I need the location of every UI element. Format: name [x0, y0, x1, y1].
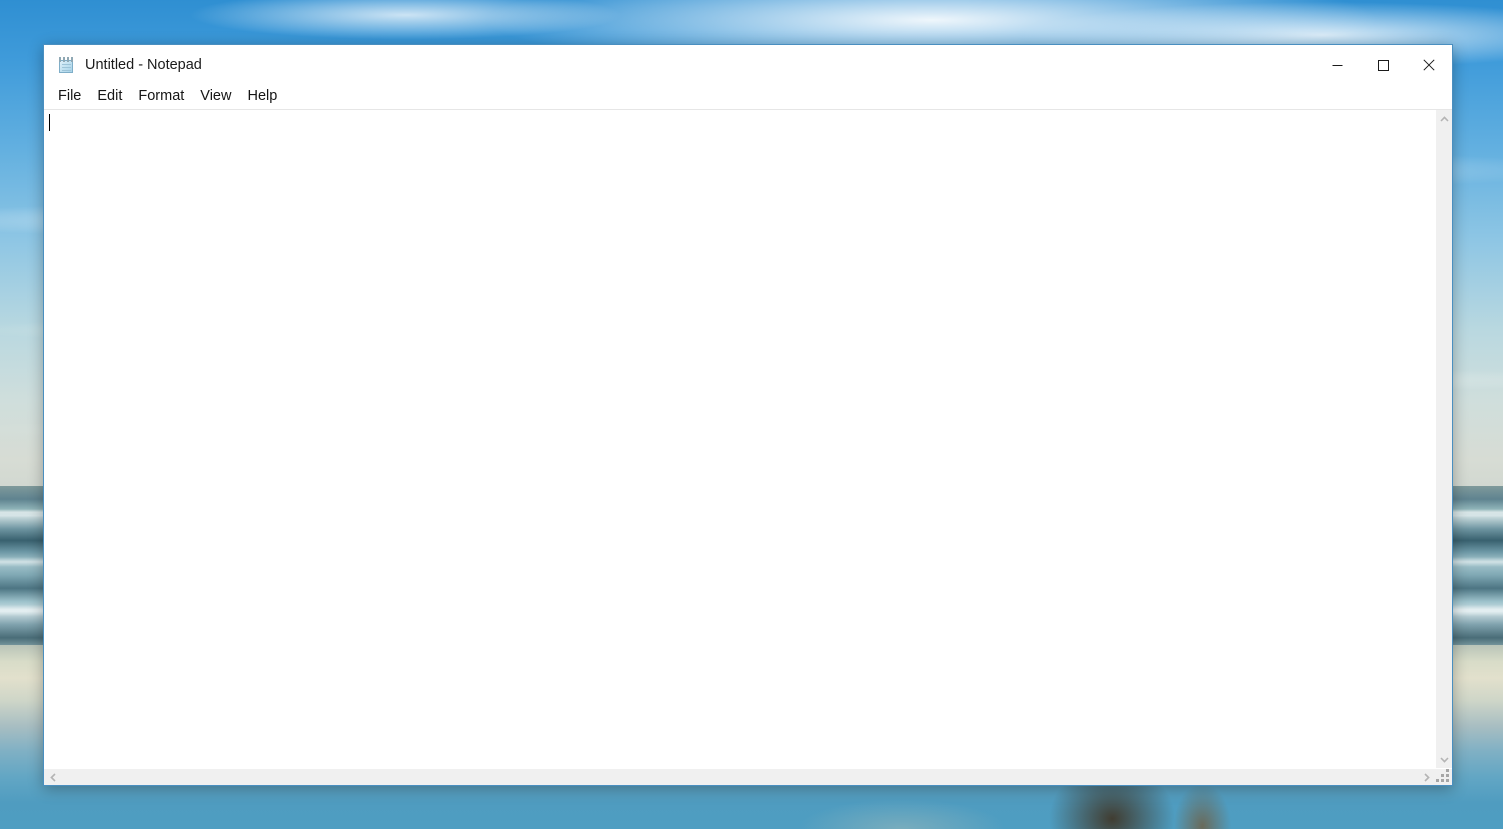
menu-item-edit[interactable]: Edit: [89, 87, 130, 107]
title-bar-left: Untitled - Notepad: [44, 56, 1314, 74]
scroll-right-button[interactable]: [1418, 769, 1435, 785]
horizontal-scrollbar[interactable]: [44, 768, 1452, 785]
notepad-icon: [58, 56, 75, 74]
window-controls: [1314, 45, 1452, 85]
vertical-scrollbar[interactable]: [1435, 110, 1452, 768]
vertical-scroll-track[interactable]: [1436, 127, 1452, 751]
close-icon: [1423, 59, 1435, 71]
menu-bar: File Edit Format View Help: [44, 85, 1452, 109]
scroll-left-button[interactable]: [44, 769, 61, 785]
notepad-window[interactable]: Untitled - Notepad File Edit Format View…: [43, 44, 1453, 786]
text-area-container[interactable]: [44, 110, 1435, 768]
menu-item-help[interactable]: Help: [239, 87, 285, 107]
scroll-down-button[interactable]: [1436, 751, 1452, 768]
chevron-up-icon: [1439, 115, 1449, 122]
scroll-up-button[interactable]: [1436, 110, 1452, 127]
close-button[interactable]: [1406, 45, 1452, 85]
text-editor[interactable]: [44, 110, 1435, 768]
horizontal-scroll-track[interactable]: [61, 769, 1418, 785]
chevron-right-icon: [1423, 772, 1430, 782]
maximize-button[interactable]: [1360, 45, 1406, 85]
text-caret: [49, 114, 50, 131]
menu-item-view[interactable]: View: [192, 87, 239, 107]
window-title: Untitled - Notepad: [85, 56, 202, 73]
minimize-button[interactable]: [1314, 45, 1360, 85]
window-body: [44, 109, 1452, 768]
menu-item-format[interactable]: Format: [130, 87, 192, 107]
chevron-down-icon: [1439, 756, 1449, 763]
maximize-icon: [1377, 59, 1389, 71]
menu-item-file[interactable]: File: [50, 87, 89, 107]
title-bar[interactable]: Untitled - Notepad: [44, 45, 1452, 85]
resize-grip-icon[interactable]: [1435, 769, 1452, 785]
minimize-icon: [1332, 64, 1342, 66]
chevron-left-icon: [49, 772, 56, 782]
